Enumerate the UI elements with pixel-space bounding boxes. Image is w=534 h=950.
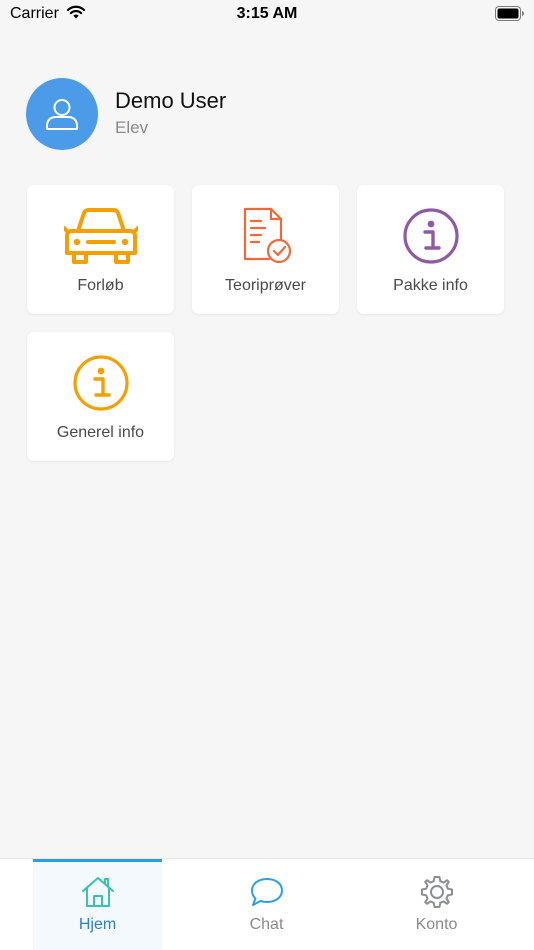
gear-icon [372,875,501,909]
tile-forlob[interactable]: Forløb [27,185,174,314]
profile-header: Demo User Elev [26,78,226,150]
status-time: 3:15 AM [236,5,298,22]
car-icon [27,207,174,265]
tile-label: Generel info [56,424,145,441]
tile-label: Forløb [77,277,124,294]
profile-text: Demo User Elev [115,88,226,140]
tab-label: Konto [415,916,458,933]
home-icon [33,875,162,909]
tab-label: Hjem [78,916,117,933]
battery-icon [495,6,525,26]
tab-label: Chat [249,916,284,933]
tab-konto[interactable]: Konto [372,859,501,950]
tile-pakke-info[interactable]: Pakke info [357,185,504,314]
chat-bubble-icon [202,875,331,909]
info-circle-icon [357,207,504,265]
document-check-icon [192,207,339,265]
tab-hjem[interactable]: Hjem [33,859,162,950]
user-icon [46,99,78,130]
tab-chat[interactable]: Chat [202,859,331,950]
tab-bar: Hjem Chat Konto [0,858,534,950]
tile-teoriprover[interactable]: Teoriprøver [192,185,339,314]
home-screen: Carrier 3:15 AM Demo User Elev Forløb Te… [0,0,534,950]
user-name: Demo User [115,88,227,113]
info-circle-icon [27,354,174,412]
tile-label: Pakke info [393,277,468,294]
status-bar: Carrier 3:15 AM [0,0,534,28]
avatar [26,78,98,150]
tile-generel-info[interactable]: Generel info [27,332,174,461]
tile-label: Teoriprøver [225,277,306,294]
user-role: Elev [115,118,149,137]
